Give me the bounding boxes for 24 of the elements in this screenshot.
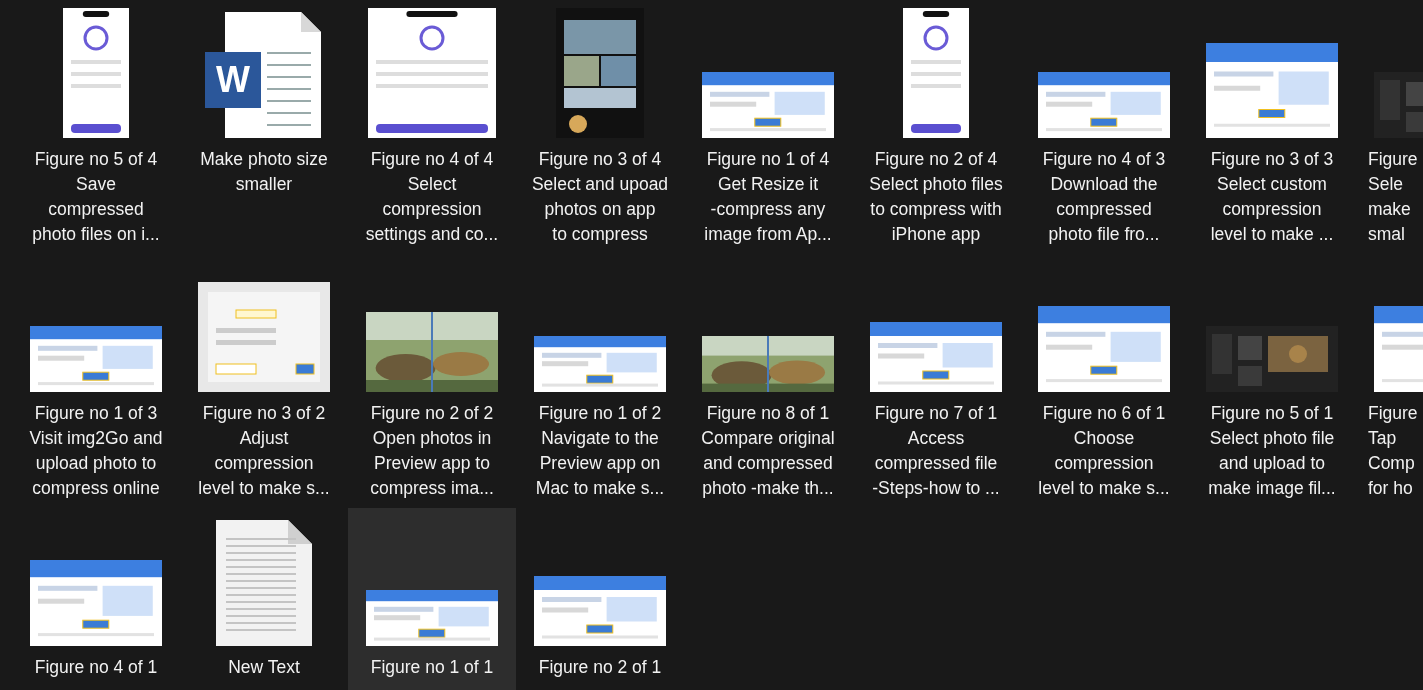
file-name: Figure no 1 of 3 Visit img2Go and upload photo to compress online	[29, 402, 163, 500]
file-name: Figure no 4 of 1	[34, 656, 158, 679]
file-name: Make photo size smaller	[200, 148, 328, 196]
file-name: Figure no 1 of 2 Navigate to the Preview app on Mac to make s...	[535, 402, 665, 500]
file-name: Figure no 2 of 2 Open photos in Preview app to compress ima...	[370, 402, 494, 500]
file-name: Figure no 1 of 4 Get Resize it -compress any image from Ap...	[704, 148, 832, 246]
file-name: Figure no 3 of 2 Adjust compression level to make s...	[198, 402, 330, 500]
file-name: Figure no 6 of 1 Choose compression level to make s...	[1038, 402, 1170, 500]
file-name: Figure no 5 of 1 Select photo file and upload to make image fil...	[1208, 402, 1336, 500]
file-name: Figure no 2 of 4 Select photo files to compress with iPhone app	[869, 148, 1003, 246]
file-name: Figure no 1 of 1	[370, 656, 494, 679]
file-name: Figure Sele make smal	[1367, 148, 1418, 246]
file-name: Figure no 2 of 1	[538, 656, 662, 679]
file-name: Figure no 3 of 3 Select custom compression level to make ...	[1210, 148, 1334, 246]
text-document-icon	[216, 520, 312, 646]
file-name: Figure no 4 of 4 Select compression settings and co...	[365, 148, 499, 246]
file-name: Figure no 3 of 4 Select and upoad photos on app to compress	[531, 148, 669, 246]
file-name: Figure no 4 of 3 Download the compressed photo file fro...	[1042, 148, 1166, 246]
file-name: Figure no 7 of 1 Access compressed file -Steps-how to ...	[872, 402, 1000, 500]
file-name: Figure Tap Comp for ho	[1367, 402, 1418, 500]
file-name: Figure no 5 of 4 Save compressed photo files on i...	[32, 148, 160, 246]
file-name: New Text	[228, 656, 300, 679]
file-item[interactable]: Figure no 1 of 1	[348, 508, 516, 690]
file-name: Figure no 8 of 1 Compare original and compressed photo -make th...	[701, 402, 835, 500]
